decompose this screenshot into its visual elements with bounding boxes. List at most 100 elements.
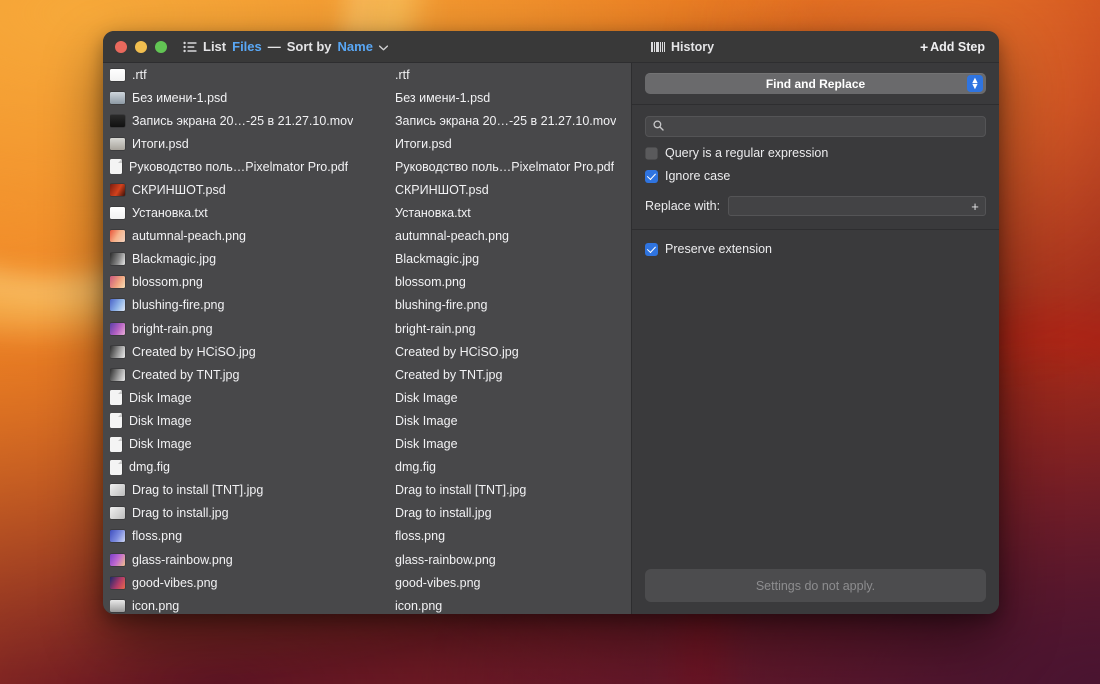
window-controls <box>103 41 167 53</box>
file-new-name: Итоги.psd <box>395 137 452 151</box>
regex-checkbox-row[interactable]: Query is a regular expression <box>645 146 986 160</box>
preserve-extension-label: Preserve extension <box>665 242 772 256</box>
generic-doc-icon <box>110 437 122 452</box>
file-row[interactable]: Disk ImageDisk Image <box>103 433 631 456</box>
image-thumb-icon <box>110 184 125 196</box>
file-original-name-cell: dmg.fig <box>110 460 395 475</box>
file-original-name: Disk Image <box>129 437 192 451</box>
pdf-doc-icon <box>110 159 122 174</box>
image-thumb-icon <box>110 138 125 150</box>
file-original-name: Запись экрана 20…-25 в 21.27.10.mov <box>132 114 353 128</box>
operation-popup-label: Find and Replace <box>766 77 865 91</box>
file-row[interactable]: bright-rain.pngbright-rain.png <box>103 317 631 340</box>
file-row[interactable]: blossom.pngblossom.png <box>103 271 631 294</box>
title-sort-by-label: Sort by <box>287 39 332 54</box>
history-label: History <box>671 40 714 54</box>
file-original-name-cell: Created by HCiSO.jpg <box>110 345 395 359</box>
operation-popup-button[interactable]: Find and Replace ▲ ▼ <box>645 73 986 94</box>
file-row[interactable]: Drag to install [TNT].jpgDrag to install… <box>103 479 631 502</box>
file-new-name: floss.png <box>395 529 445 543</box>
file-original-name-cell: Без имени-1.psd <box>110 91 395 105</box>
search-input[interactable] <box>670 120 978 134</box>
file-original-name: Установка.txt <box>132 206 208 220</box>
history-button[interactable]: History <box>651 40 714 54</box>
file-row[interactable]: Disk ImageDisk Image <box>103 409 631 432</box>
replace-with-field[interactable]: + <box>728 196 986 216</box>
file-row[interactable]: autumnal-peach.pngautumnal-peach.png <box>103 225 631 248</box>
file-row[interactable]: dmg.figdmg.fig <box>103 456 631 479</box>
file-row[interactable]: blushing-fire.pngblushing-fire.png <box>103 294 631 317</box>
file-new-name: Руководство поль…Pixelmator Pro.pdf <box>395 160 614 174</box>
ignore-case-checkbox[interactable] <box>645 170 658 183</box>
file-original-name: .rtf <box>132 68 147 82</box>
close-button[interactable] <box>115 41 127 53</box>
generic-doc-icon <box>110 413 122 428</box>
add-step-label: Add Step <box>930 40 985 54</box>
file-row[interactable]: icon.pngicon.png <box>103 594 631 614</box>
file-original-name-cell: floss.png <box>110 529 395 543</box>
regex-checkbox[interactable] <box>645 147 658 160</box>
window-titlebar: List Files — Sort by Name History + Add … <box>103 31 999 63</box>
file-list[interactable]: .rtf.rtfБез имени-1.psdБез имени-1.psdЗа… <box>103 63 631 614</box>
file-original-name: Итоги.psd <box>132 137 189 151</box>
settings-panel: Find and Replace ▲ ▼ Query is a <box>631 63 999 614</box>
image-thumb-icon <box>110 92 125 104</box>
file-original-name: Без имени-1.psd <box>132 91 227 105</box>
file-original-name-cell: .rtf <box>110 68 395 82</box>
file-original-name: Blackmagic.jpg <box>132 252 216 266</box>
file-row[interactable]: Disk Image Disk Image <box>103 386 631 409</box>
file-row[interactable]: Created by HCiSO.jpgCreated by HCiSO.jpg <box>103 340 631 363</box>
file-new-name: good-vibes.png <box>395 576 480 590</box>
title-sort-value[interactable]: Name <box>338 39 373 54</box>
file-new-name: Disk Image <box>395 391 458 405</box>
file-row[interactable]: Без имени-1.psdБез имени-1.psd <box>103 86 631 109</box>
regex-label: Query is a regular expression <box>665 146 828 160</box>
file-new-name: dmg.fig <box>395 460 436 474</box>
add-token-button[interactable]: + <box>965 200 985 213</box>
file-new-name: blossom.png <box>395 275 466 289</box>
image-thumb-icon <box>110 530 125 542</box>
file-row[interactable]: .rtf.rtf <box>103 63 631 86</box>
window-body: .rtf.rtfБез имени-1.psdБез имени-1.psdЗа… <box>103 63 999 614</box>
file-row[interactable]: good-vibes.pnggood-vibes.png <box>103 571 631 594</box>
file-original-name: floss.png <box>132 529 182 543</box>
file-original-name-cell: Disk Image <box>110 390 395 405</box>
minimize-button[interactable] <box>135 41 147 53</box>
image-thumb-icon <box>110 484 125 496</box>
image-thumb-icon <box>110 369 125 381</box>
preserve-extension-row[interactable]: Preserve extension <box>645 242 986 256</box>
image-thumb-icon <box>110 323 125 335</box>
add-step-button[interactable]: + Add Step <box>920 40 985 54</box>
file-new-name: Blackmagic.jpg <box>395 252 479 266</box>
file-row[interactable]: Руководство поль…Pixelmator Pro.pdfРуков… <box>103 155 631 178</box>
file-row[interactable]: floss.png floss.png <box>103 525 631 548</box>
title-files-link[interactable]: Files <box>232 39 262 54</box>
file-new-name: Created by TNT.jpg <box>395 368 502 382</box>
ignore-case-label: Ignore case <box>665 169 730 183</box>
file-row[interactable]: Установка.txtУстановка.txt <box>103 202 631 225</box>
replace-with-input[interactable] <box>729 199 965 213</box>
image-thumb-icon <box>110 554 125 566</box>
file-new-name: Drag to install [TNT].jpg <box>395 483 526 497</box>
find-query-field[interactable] <box>645 116 986 137</box>
file-original-name-cell: bright-rain.png <box>110 322 395 336</box>
file-row[interactable]: glass-rainbow.pngglass-rainbow.png <box>103 548 631 571</box>
file-original-name: Disk Image <box>129 391 192 405</box>
file-original-name-cell: blossom.png <box>110 275 395 289</box>
file-original-name: Disk Image <box>129 414 192 428</box>
file-original-name-cell: Disk Image <box>110 413 395 428</box>
file-row[interactable]: СКРИНШОТ.psdСКРИНШОТ.psd <box>103 178 631 201</box>
plus-icon: + <box>920 40 928 54</box>
file-row[interactable]: Итоги.psd Итоги.psd <box>103 132 631 155</box>
stepper-icon[interactable]: ▲ ▼ <box>967 75 983 92</box>
file-row[interactable]: Created by TNT.jpgCreated by TNT.jpg <box>103 363 631 386</box>
file-row[interactable]: Запись экрана 20…-25 в 21.27.10.movЗапис… <box>103 109 631 132</box>
chevron-down-icon[interactable] <box>379 39 388 54</box>
preserve-extension-checkbox[interactable] <box>645 243 658 256</box>
ignore-case-checkbox-row[interactable]: Ignore case <box>645 169 986 183</box>
title-sort-control[interactable]: List Files — Sort by Name <box>183 39 388 54</box>
zoom-button[interactable] <box>155 41 167 53</box>
blank-thumb-icon <box>110 69 125 81</box>
file-row[interactable]: Blackmagic.jpg Blackmagic.jpg <box>103 248 631 271</box>
file-row[interactable]: Drag to install.jpgDrag to install.jpg <box>103 502 631 525</box>
